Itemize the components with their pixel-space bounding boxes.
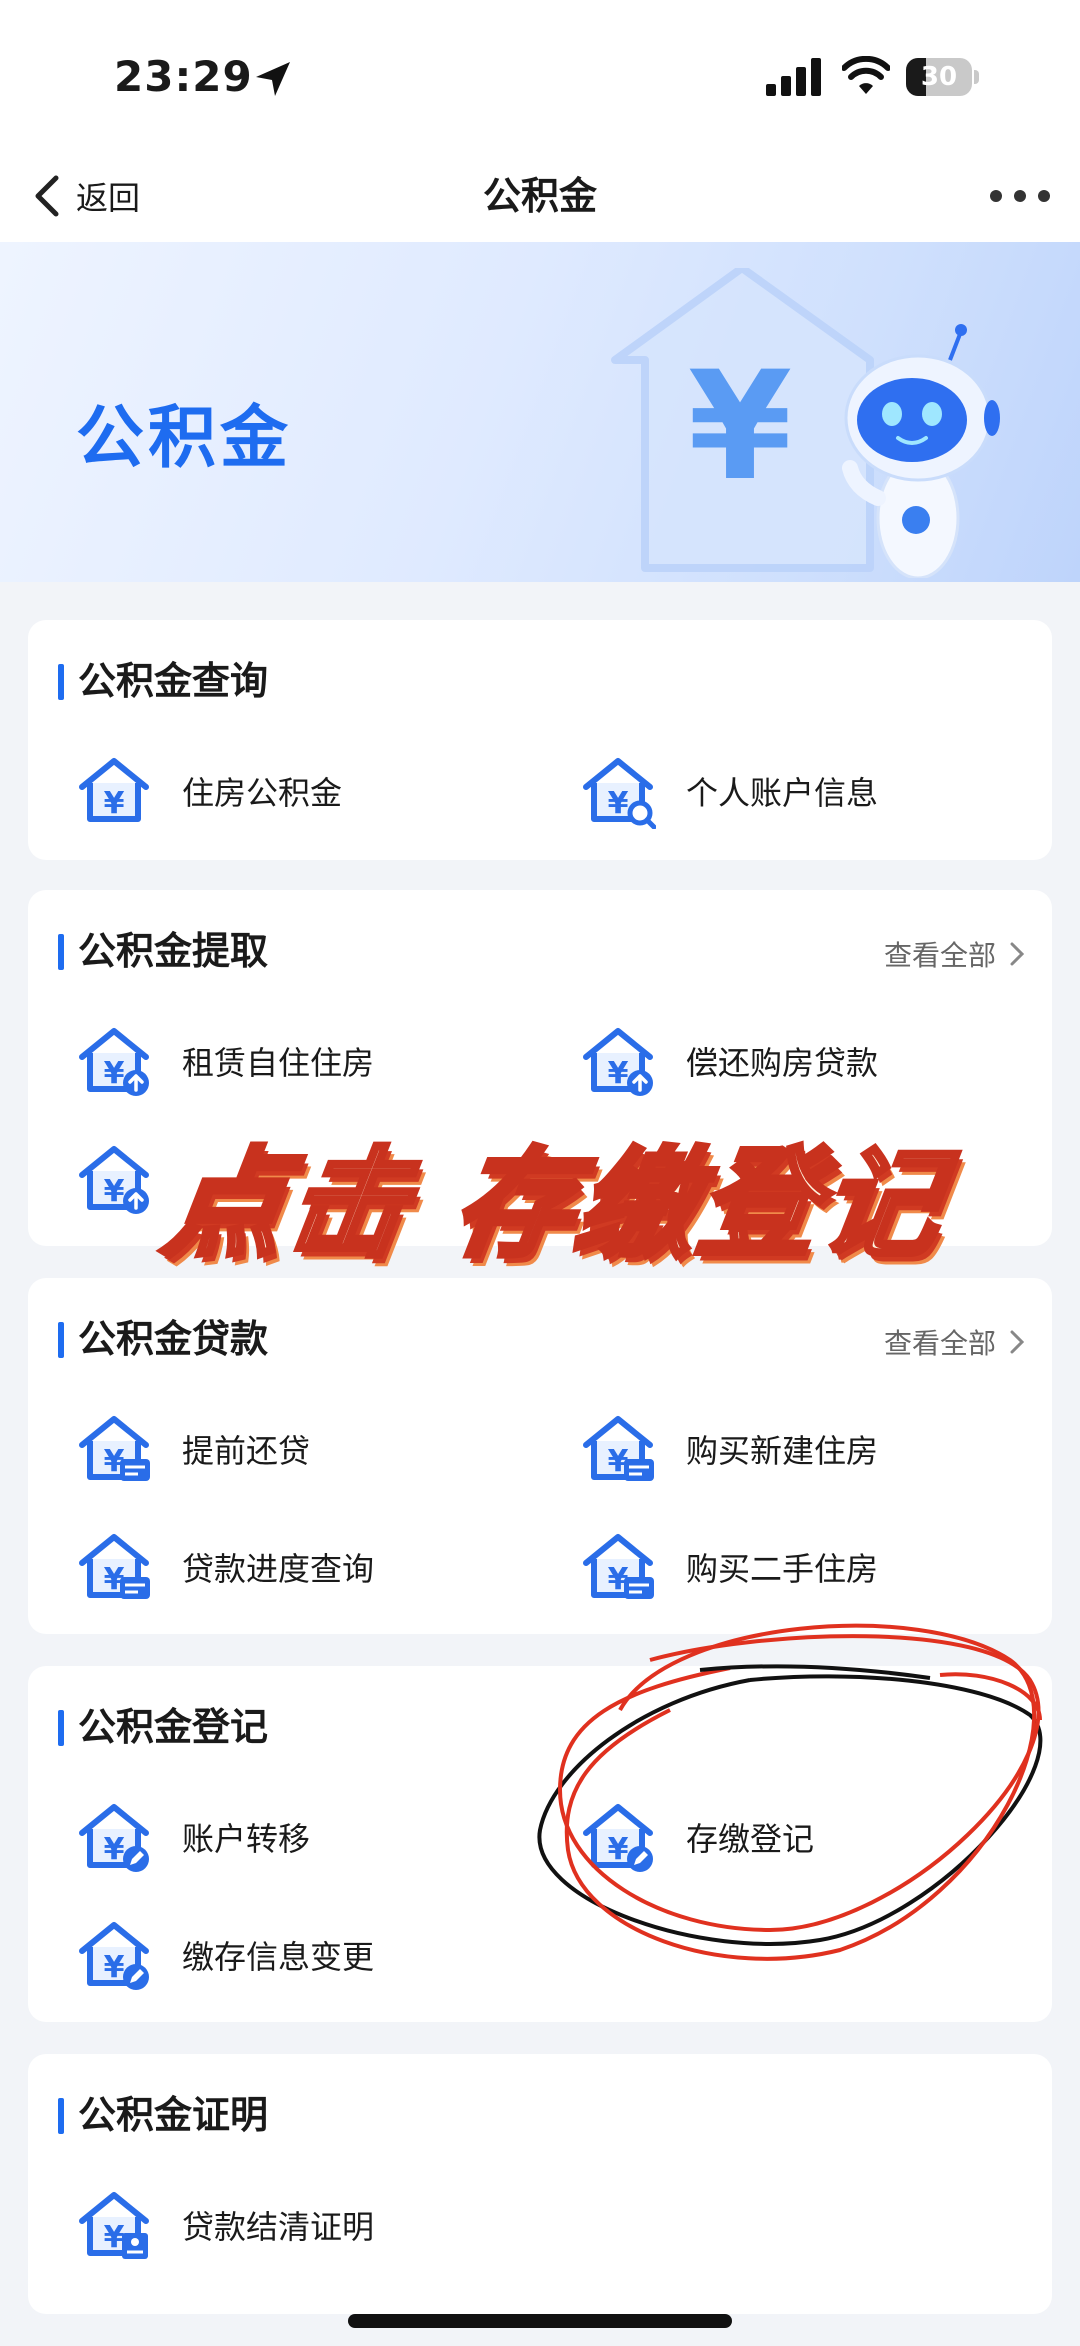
home-indicator: [348, 2314, 732, 2328]
menu-item-label: 贷款结清证明: [182, 2208, 375, 2246]
house-yuan-card-icon: [580, 1529, 654, 1605]
house-yuan-card-icon: [76, 1411, 150, 1487]
house-yuan-edit-icon: [76, 1917, 149, 1990]
see-all-link[interactable]: 查看全部: [884, 1322, 1024, 1362]
nav-bar: 返回 公积金: [0, 150, 1080, 242]
see-all-link[interactable]: 查看全部: [884, 934, 1024, 974]
house-yuan-cert-icon: [76, 2187, 152, 2259]
menu-item-early-repay[interactable]: 提前还贷: [76, 1406, 310, 1492]
house-yuan-edit-icon: [580, 1799, 653, 1872]
menu-item-account-transfer[interactable]: 账户转移: [76, 1794, 310, 1880]
house-yuan-card-icon: [76, 1529, 150, 1605]
house-yuan-search-icon: [580, 753, 656, 829]
menu-item-label: 个人账户信息: [686, 774, 879, 812]
house-yuan-icon: [76, 753, 152, 829]
section-card-certificate: 公积金证明 贷款结清证明: [28, 2054, 1052, 2314]
menu-item-label: 租赁自住住房: [182, 1044, 375, 1082]
banner-title: 公积金: [76, 399, 293, 478]
battery-indicator: 30: [906, 58, 982, 96]
menu-item-label: 偿还购房贷款: [686, 1044, 879, 1082]
section-title: 公积金登记: [58, 1704, 268, 1750]
menu-item-deposit-info-change[interactable]: 缴存信息变更: [76, 1912, 374, 1998]
menu-item-housing-fund[interactable]: 住房公积金: [76, 748, 342, 834]
battery-percent: 30: [920, 62, 958, 92]
menu-item-label: 贷款进度查询: [182, 1550, 375, 1588]
section-card-query: 公积金查询 住房公积金 个人账户信息: [28, 620, 1052, 860]
section-title: 公积金贷款: [58, 1316, 268, 1362]
section-title: 公积金提取: [58, 928, 268, 974]
menu-item-label: 购买新建住房: [686, 1432, 879, 1470]
menu-item-second-hand-house[interactable]: 购买二手住房: [580, 1524, 878, 1610]
chevron-right-icon: [1010, 1330, 1024, 1354]
menu-item-label: 存缴登记: [686, 1820, 815, 1858]
back-label: 返回: [76, 179, 141, 217]
more-dot-icon: [1038, 190, 1050, 202]
house-yuan-upload-icon: [76, 1141, 149, 1214]
status-bar: 23:29 30: [0, 0, 1080, 150]
section-title: 公积金证明: [58, 2092, 268, 2138]
menu-item-label: 住房公积金: [182, 774, 343, 812]
instruction-overlay: 点击 存缴登记: [154, 1133, 955, 1276]
location-arrow-icon: [256, 62, 290, 96]
menu-item-label: 账户转移: [182, 1820, 311, 1858]
menu-item-label: 缴存信息变更: [182, 1938, 375, 1976]
section-card-loan: 公积金贷款 查看全部 提前还贷 购买新建住房 贷款进度查询 购买二手住房: [28, 1278, 1052, 1634]
robot-house-illustration: ¥: [611, 268, 1000, 578]
status-time: 23:29: [114, 52, 253, 101]
menu-item-account-info[interactable]: 个人账户信息: [580, 748, 878, 834]
menu-item-repay-mortgage[interactable]: 偿还购房贷款: [580, 1018, 878, 1104]
house-yuan-upload-icon: [76, 1023, 149, 1096]
more-menu-button[interactable]: [990, 176, 1050, 216]
menu-item-new-house[interactable]: 购买新建住房: [580, 1406, 878, 1492]
more-dot-icon: [1014, 190, 1026, 202]
wifi-icon: [842, 56, 890, 94]
house-yuan-edit-icon: [76, 1799, 149, 1872]
house-yuan-upload-icon: [580, 1023, 653, 1096]
menu-item-label: 购买二手住房: [686, 1550, 879, 1588]
menu-item-loan-progress[interactable]: 贷款进度查询: [76, 1524, 374, 1610]
cellular-signal-icon: [766, 58, 821, 96]
menu-item-loan-settlement-cert[interactable]: 贷款结清证明: [76, 2182, 374, 2268]
chevron-left-icon: [35, 175, 59, 217]
page-title: 公积金: [482, 174, 597, 218]
see-all-label: 查看全部: [883, 1327, 996, 1360]
section-card-registration: 公积金登记 账户转移 存缴登记 缴存信息变更: [28, 1666, 1052, 2022]
see-all-label: 查看全部: [883, 939, 996, 972]
house-yuan-card-icon: [580, 1411, 654, 1487]
back-button[interactable]: 返回: [32, 162, 140, 230]
hero-banner: 公积金 ¥: [0, 242, 1080, 582]
menu-item-rental[interactable]: 租赁自住住房: [76, 1018, 374, 1104]
chevron-right-icon: [1010, 942, 1024, 966]
menu-item-deposit-registration[interactable]: 存缴登记: [580, 1794, 814, 1880]
more-dot-icon: [990, 190, 1002, 202]
menu-item-label: 提前还贷: [182, 1432, 311, 1470]
section-title: 公积金查询: [58, 658, 268, 704]
svg-text:¥: ¥: [688, 340, 792, 514]
